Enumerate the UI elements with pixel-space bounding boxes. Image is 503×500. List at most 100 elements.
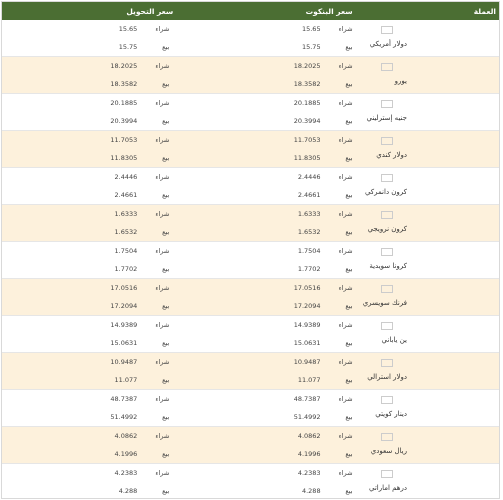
transfer-sell-line: بيع 17.2094 (2, 300, 177, 312)
transfer-buy-value: 14.9389 (110, 321, 138, 329)
currency-name: جنيه إسترليني (366, 114, 407, 122)
table-row: فرنك سويسري شراء 17.0516 بيع 17.2094 شراء 17.0… (2, 279, 499, 316)
bank-buy-line: شراء 48.7387 (177, 393, 356, 405)
bank-buy-line: شراء 4.2383 (177, 467, 356, 479)
transfer-rate-cell: شراء 20.1885 بيع 20.3994 (2, 94, 177, 130)
bank-sell-value: 2.4661 (297, 191, 321, 199)
table-row: درهم اماراتي شراء 4.2383 بيع 4.288 شراء 4.2383… (2, 464, 499, 498)
transfer-sell-value: 18.3582 (110, 80, 138, 88)
transfer-sell-value: 15.75 (118, 43, 138, 51)
bank-sell-line: بيع 11.8305 (177, 152, 356, 164)
bank-buy-value: 1.6333 (297, 210, 321, 218)
transfer-buy-value: 20.1885 (110, 99, 138, 107)
buy-label: شراء (155, 284, 170, 292)
currency-cell: دينار كويتي (357, 390, 499, 426)
bank-buy-value: 2.4446 (297, 173, 321, 181)
currency-cell: دولار كندي (357, 131, 499, 167)
transfer-buy-line: شراء 18.2025 (2, 60, 177, 72)
buy-label: شراء (155, 25, 170, 33)
bank-sell-line: بيع 15.0631 (177, 337, 356, 349)
bank-rate-cell: شراء 1.6333 بيع 1.6532 (177, 205, 356, 241)
currency-cell: كرون نرويجي (357, 205, 499, 241)
transfer-buy-line: شراء 20.1885 (2, 97, 177, 109)
sell-label: بيع (345, 450, 353, 458)
uk-flag-icon (381, 100, 393, 108)
table-body: دولار أمريكي شراء 15.65 بيع 15.75 شراء 15.65 بي… (2, 20, 499, 498)
sell-label: بيع (162, 154, 170, 162)
transfer-sell-value: 1.6532 (114, 228, 138, 236)
buy-label: شراء (338, 432, 353, 440)
buy-label: شراء (338, 358, 353, 366)
bank-rate-cell: شراء 2.4446 بيع 2.4661 (177, 168, 356, 204)
buy-label: شراء (155, 358, 170, 366)
transfer-rate-cell: شراء 4.0862 بيع 4.1996 (2, 427, 177, 463)
transfer-buy-value: 1.6333 (114, 210, 138, 218)
transfer-buy-line: شراء 4.0862 (2, 430, 177, 442)
currency-name: فرنك سويسري (362, 299, 407, 307)
buy-label: شراء (338, 136, 353, 144)
buy-label: شراء (338, 247, 353, 255)
buy-label: شراء (338, 99, 353, 107)
sell-label: بيع (162, 339, 170, 347)
bank-sell-value: 4.288 (301, 487, 321, 495)
bank-sell-line: بيع 1.7702 (177, 263, 356, 275)
sell-label: بيع (345, 80, 353, 88)
bank-buy-line: شراء 15.65 (177, 23, 356, 35)
bank-buy-line: شراء 17.0516 (177, 282, 356, 294)
bank-sell-line: بيع 4.1996 (177, 448, 356, 460)
bank-buy-line: شراء 2.4446 (177, 171, 356, 183)
buy-label: شراء (338, 62, 353, 70)
buy-label: شراء (155, 173, 170, 181)
transfer-sell-value: 1.7702 (114, 265, 138, 273)
table-row: دولار أمريكي شراء 15.65 بيع 15.75 شراء 15.65 بي… (2, 20, 499, 57)
bank-buy-value: 14.9389 (293, 321, 321, 329)
bank-buy-line: شراء 20.1885 (177, 97, 356, 109)
transfer-sell-value: 11.8305 (110, 154, 138, 162)
bank-buy-line: شراء 1.7504 (177, 245, 356, 257)
transfer-rate-cell: شراء 1.7504 بيع 1.7702 (2, 242, 177, 278)
bank-sell-line: بيع 51.4992 (177, 411, 356, 423)
transfer-buy-value: 15.65 (118, 25, 138, 33)
transfer-sell-line: بيع 20.3994 (2, 115, 177, 127)
bank-buy-value: 48.7387 (293, 395, 321, 403)
bank-sell-value: 11.077 (297, 376, 321, 384)
transfer-sell-line: بيع 4.1996 (2, 448, 177, 460)
bank-buy-value: 4.2383 (297, 469, 321, 477)
bank-sell-line: بيع 20.3994 (177, 115, 356, 127)
header-transfer-rate: سعر التحويل (126, 6, 174, 16)
bank-buy-value: 17.0516 (293, 284, 321, 292)
buy-label: شراء (155, 432, 170, 440)
buy-label: شراء (338, 395, 353, 403)
bank-rate-cell: شراء 20.1885 بيع 20.3994 (177, 94, 356, 130)
currency-name: كرون نرويجي (367, 225, 407, 233)
transfer-buy-line: شراء 15.65 (2, 23, 177, 35)
bank-buy-value: 10.9487 (293, 358, 321, 366)
sell-label: بيع (162, 228, 170, 236)
sell-label: بيع (345, 191, 353, 199)
buy-label: شراء (155, 99, 170, 107)
currency-cell: جنيه إسترليني (357, 94, 499, 130)
transfer-buy-line: شراء 1.7504 (2, 245, 177, 257)
transfer-buy-value: 11.7053 (110, 136, 138, 144)
bank-buy-value: 15.65 (301, 25, 321, 33)
bank-buy-value: 4.0862 (297, 432, 321, 440)
transfer-buy-value: 18.2025 (110, 62, 138, 70)
no-flag-icon (381, 211, 393, 219)
table-row: دينار كويتي شراء 48.7387 بيع 51.4992 شراء 48.7… (2, 390, 499, 427)
currency-cell: دولار استرالي (357, 353, 499, 389)
sell-label: بيع (162, 191, 170, 199)
table-row: جنيه إسترليني شراء 20.1885 بيع 20.3994 شراء 20… (2, 94, 499, 131)
transfer-sell-value: 17.2094 (110, 302, 138, 310)
transfer-buy-value: 48.7387 (110, 395, 138, 403)
transfer-sell-value: 2.4661 (114, 191, 138, 199)
currency-name: دولار كندي (376, 151, 407, 159)
bank-rate-cell: شراء 11.7053 بيع 11.8305 (177, 131, 356, 167)
sell-label: بيع (345, 154, 353, 162)
header-bank-rate: سعر البنكوت (305, 6, 353, 16)
currency-cell: ين ياباني (357, 316, 499, 352)
transfer-buy-value: 4.0862 (114, 432, 138, 440)
buy-label: شراء (155, 247, 170, 255)
transfer-buy-line: شراء 4.2383 (2, 467, 177, 479)
transfer-rate-cell: شراء 17.0516 بيع 17.2094 (2, 279, 177, 315)
transfer-sell-value: 4.288 (118, 487, 138, 495)
